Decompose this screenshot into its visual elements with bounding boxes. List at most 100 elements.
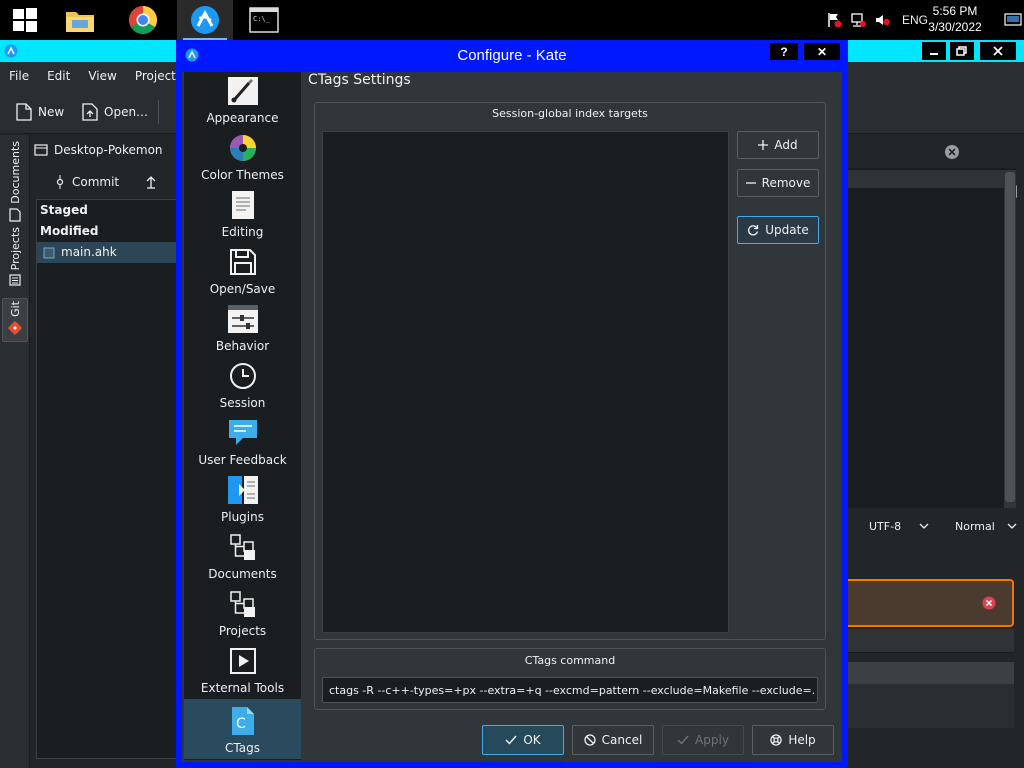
page-item-ctags[interactable]: C CTags — [184, 699, 301, 759]
page-item-plugins[interactable]: Plugins — [184, 471, 301, 528]
apply-button[interactable]: Apply — [662, 725, 744, 755]
editor-area[interactable] — [848, 168, 1016, 508]
ctags-command-group: CTags command ctags -R --c++-types=+px -… — [314, 648, 826, 710]
maximize-button[interactable] — [950, 42, 974, 60]
menu-view[interactable]: View — [79, 69, 125, 83]
page-item-color-themes[interactable]: Color Themes — [184, 129, 301, 186]
repository-name: Desktop-Pokemon — [54, 143, 163, 157]
tree-icon — [227, 531, 259, 563]
warning-message — [848, 579, 1014, 627]
index-targets-group-title: Session-global index targets — [492, 107, 648, 120]
open-button[interactable]: Open… — [82, 100, 148, 124]
clock-date: 3/30/2022 — [928, 20, 982, 34]
sidebar-tab-git[interactable]: Git — [2, 298, 28, 342]
chevron-down-icon[interactable] — [1007, 523, 1017, 529]
chrome-taskbar-button[interactable] — [115, 0, 171, 40]
ok-label: OK — [523, 733, 541, 747]
open-document-icon — [82, 103, 98, 121]
context-help-button[interactable]: ? — [770, 43, 798, 60]
sliders-icon — [227, 303, 259, 335]
ok-button[interactable]: OK — [482, 725, 564, 755]
windows-start-button[interactable] — [0, 0, 50, 40]
close-icon — [993, 46, 1003, 56]
page-item-behavior[interactable]: Behavior — [184, 300, 301, 357]
tree-icon — [227, 588, 259, 620]
kate-window-icon — [185, 48, 199, 62]
svg-text:C: C — [236, 716, 246, 732]
push-arrow-icon[interactable] — [146, 175, 156, 189]
file-explorer-taskbar-button[interactable] — [52, 0, 108, 40]
sidebar-tab-documents[interactable]: Documents — [2, 141, 28, 222]
page-item-documents[interactable]: Documents — [184, 528, 301, 585]
page-item-session[interactable]: Session — [184, 357, 301, 414]
command-prompt-taskbar-button[interactable]: C:\_ — [236, 0, 292, 40]
restore-icon — [956, 46, 967, 56]
sidebar-tab-projects[interactable]: Projects — [2, 227, 28, 286]
error-icon[interactable] — [982, 596, 996, 610]
cancel-label: Cancel — [601, 733, 643, 747]
page-item-editing[interactable]: Editing — [184, 186, 301, 243]
checkmark-icon — [677, 735, 689, 745]
clear-search-icon[interactable] — [944, 144, 960, 160]
page-label: Projects — [218, 624, 267, 638]
index-targets-list[interactable] — [322, 131, 729, 633]
menu-edit[interactable]: Edit — [38, 69, 79, 83]
encoding-selector[interactable]: UTF-8 — [869, 520, 901, 533]
document-icon — [227, 189, 259, 221]
page-label: Appearance — [206, 111, 279, 125]
page-item-appearance[interactable]: Appearance — [184, 72, 301, 129]
remove-button[interactable]: Remove — [737, 169, 819, 197]
sidebar-tab-projects-label: Projects — [8, 227, 22, 271]
sidebar-tab-git-label: Git — [8, 301, 22, 317]
page-label: Session — [219, 396, 266, 410]
dialog-titlebar[interactable]: Configure - Kate ? ✕ — [176, 40, 848, 70]
staged-header[interactable]: Staged — [37, 200, 185, 221]
notification-icon — [1004, 13, 1022, 26]
minimize-button[interactable] — [922, 42, 946, 60]
ctags-command-field[interactable]: ctags -R --c++-types=+px --extra=+q --ex… — [322, 677, 818, 703]
save-icon — [227, 246, 259, 278]
chevron-down-icon[interactable] — [919, 523, 929, 529]
update-button[interactable]: Update — [737, 216, 819, 244]
left-sidebar-tabs: Documents Projects Git — [0, 135, 30, 768]
volume-muted-icon[interactable] — [874, 12, 890, 28]
page-item-external-tools[interactable]: External Tools — [184, 642, 301, 699]
new-button[interactable]: New — [16, 100, 64, 124]
show-desktop-button[interactable] — [1004, 0, 1022, 40]
folder-icon — [66, 12, 94, 32]
commit-icon — [56, 175, 64, 189]
page-label: Behavior — [215, 339, 270, 353]
page-label: Documents — [208, 567, 277, 581]
help-button[interactable]: Help — [752, 725, 834, 755]
output-row — [848, 662, 1014, 684]
update-label: Update — [765, 223, 809, 237]
taskbar-clock[interactable]: 5:56 PM 3/30/2022 — [920, 3, 990, 35]
close-window-button[interactable] — [980, 42, 1016, 60]
kate-icon — [191, 6, 219, 34]
modified-header[interactable]: Modified — [37, 221, 185, 242]
clock-icon — [227, 360, 259, 392]
action-center-flag-icon[interactable] — [826, 12, 842, 28]
dialog-close-button[interactable]: ✕ — [804, 43, 840, 60]
page-item-projects[interactable]: Projects — [184, 585, 301, 642]
kate-taskbar-button[interactable] — [177, 0, 233, 40]
settings-page-list: Appearance Color Themes Editing Open/Sav… — [184, 72, 301, 760]
page-item-open-save[interactable]: Open/Save — [184, 243, 301, 300]
file-icon — [43, 247, 55, 258]
page-label: User Feedback — [198, 453, 287, 467]
mode-selector[interactable]: Normal — [955, 520, 995, 533]
terminal-icon: C:\_ — [249, 7, 279, 33]
search-bar-remnant — [848, 140, 972, 164]
network-icon[interactable] — [850, 12, 866, 28]
repository-selector[interactable]: Desktop-Pokemon — [30, 135, 180, 165]
output-row — [848, 629, 1014, 653]
commit-button[interactable]: Commit — [56, 175, 119, 189]
play-icon — [227, 645, 259, 677]
editor-scrollbar-thumb[interactable] — [1005, 172, 1015, 502]
page-item-user-feedback[interactable]: User Feedback — [184, 414, 301, 471]
add-button[interactable]: Add — [737, 131, 819, 159]
cancel-button[interactable]: Cancel — [572, 725, 654, 755]
list-item[interactable]: main.ahk — [37, 242, 185, 263]
menu-file[interactable]: File — [0, 69, 38, 83]
dialog-body: Appearance Color Themes Editing Open/Sav… — [182, 72, 842, 762]
